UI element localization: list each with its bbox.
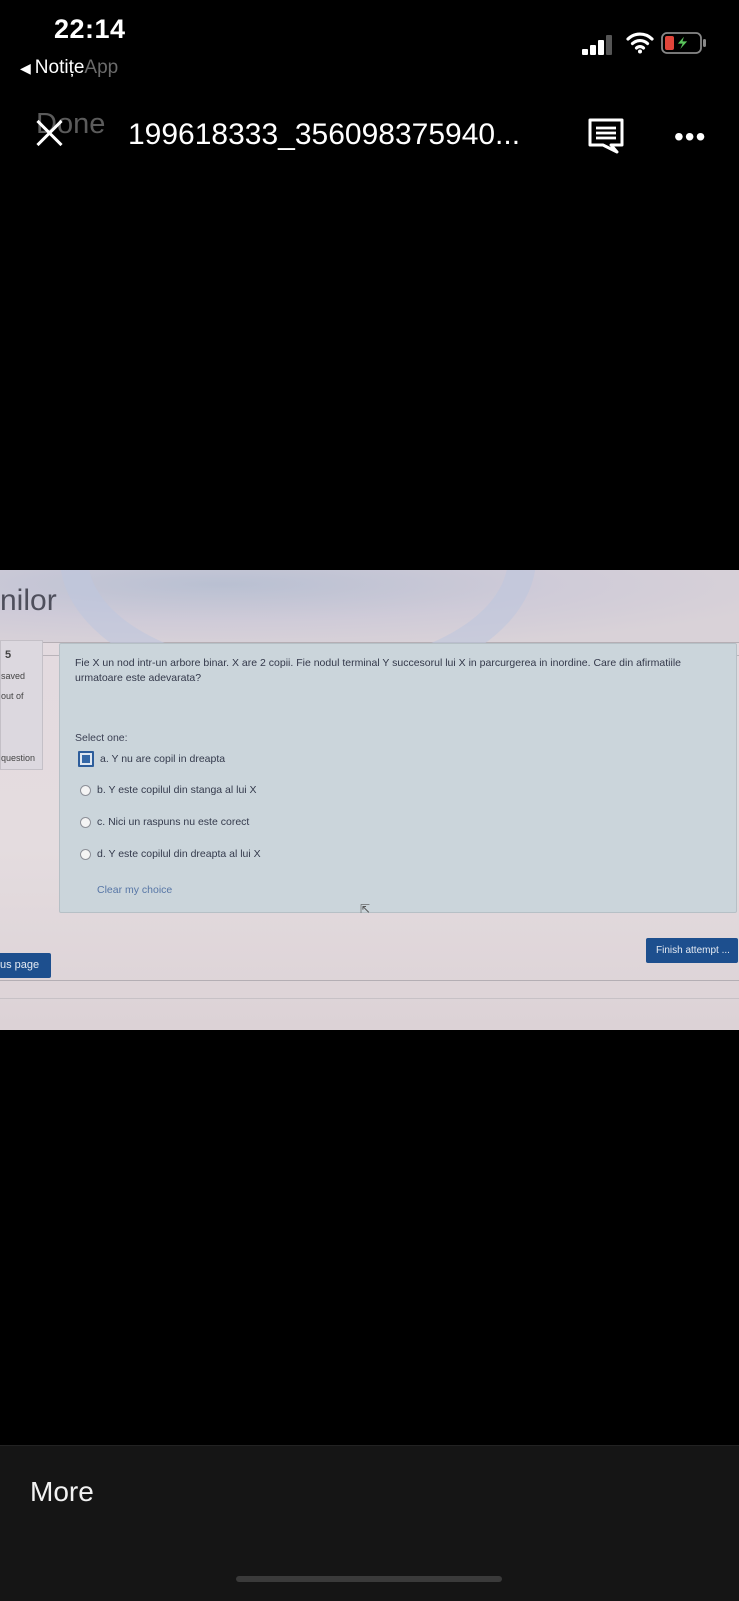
question-text: Fie X un nod intr-un arbore binar. X are…: [75, 657, 682, 684]
divider: [0, 998, 739, 999]
select-one-label: Select one:: [75, 732, 128, 744]
battery-charging-icon: [661, 32, 706, 54]
back-app-label: Notițe: [34, 57, 85, 78]
question-number: 5: [5, 649, 12, 661]
comment-icon[interactable]: [588, 118, 624, 154]
option-label: b. Y este copilul din stanga al lui X: [97, 784, 257, 796]
file-title: 199618333_356098375940...: [128, 118, 521, 151]
option-label: a. Y nu are copil in dreapta: [100, 752, 226, 765]
more-icon[interactable]: •••: [674, 121, 706, 153]
more-button[interactable]: More: [30, 1476, 94, 1508]
option-b[interactable]: b. Y este copilul din stanga al lui X: [80, 784, 257, 796]
mouse-cursor-icon: ⇱: [360, 902, 371, 916]
back-to-app-link[interactable]: ◀ NotițeApp: [20, 57, 118, 79]
status-time: 22:14: [54, 14, 126, 44]
question-marks: out of: [1, 691, 24, 701]
back-app-ghost-label: App: [84, 57, 119, 78]
quiz-page-header: nilor: [0, 570, 739, 696]
option-label: d. Y este copilul din dreapta al lui X: [97, 848, 261, 860]
radio-selected-icon: [78, 751, 94, 767]
question-box: Fie X un nod intr-un arbore binar. X are…: [59, 643, 737, 913]
page-heading: nilor: [0, 584, 57, 617]
option-label: c. Nici un raspuns nu este corect: [97, 816, 250, 828]
question-info-panel: 5 saved out of question: [0, 640, 43, 770]
radio-icon: [80, 848, 91, 860]
close-icon[interactable]: [34, 118, 64, 148]
finish-attempt-button[interactable]: Finish attempt ...: [646, 938, 738, 963]
radio-icon: [80, 816, 91, 828]
bottom-bar: More: [0, 1445, 739, 1601]
question-status: saved: [1, 671, 26, 681]
option-c[interactable]: c. Nici un raspuns nu este corect: [80, 816, 249, 828]
option-d[interactable]: d. Y este copilul din dreapta al lui X: [80, 848, 261, 860]
flag-question-link[interactable]: question: [1, 753, 35, 763]
radio-icon: [80, 784, 91, 796]
previous-page-button[interactable]: us page: [0, 953, 51, 978]
option-a[interactable]: a. Y nu are copil in dreapta: [78, 751, 225, 767]
divider: [0, 980, 739, 981]
clear-choice-link[interactable]: Clear my choice: [97, 884, 172, 896]
signal-icon: [582, 33, 618, 55]
home-indicator[interactable]: [236, 1576, 502, 1582]
wifi-icon: [626, 32, 654, 54]
back-arrow-icon: ◀: [20, 60, 31, 76]
